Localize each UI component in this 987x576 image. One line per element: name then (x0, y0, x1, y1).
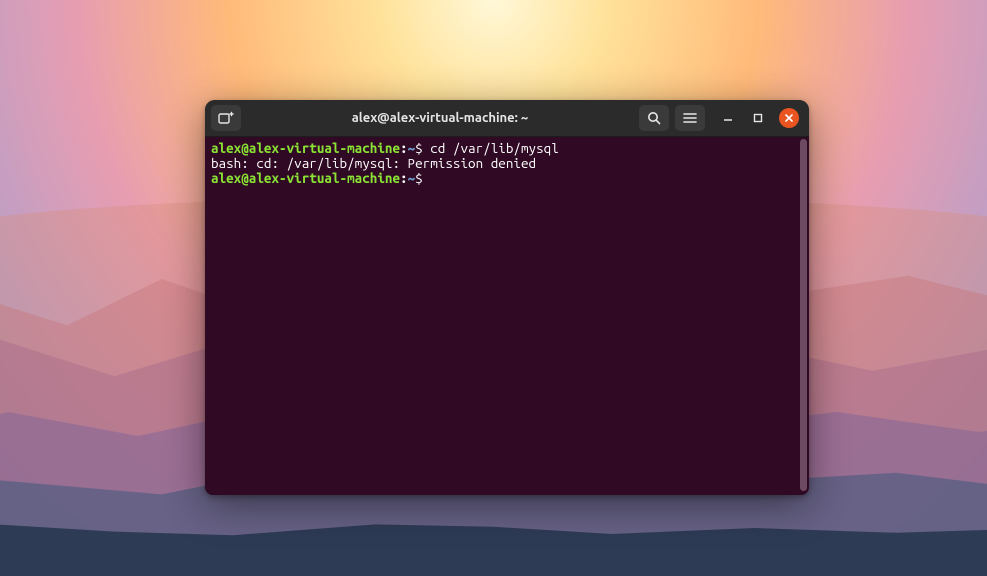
prompt-sigil: $ (415, 140, 423, 156)
terminal-viewport[interactable]: alex@alex-virtual-machine:~$ cd /var/lib… (205, 137, 809, 495)
desktop-wallpaper: alex@alex-virtual-machine: ~ (0, 0, 987, 576)
prompt-colon: : (400, 140, 408, 156)
hamburger-icon (683, 112, 697, 124)
window-titlebar[interactable]: alex@alex-virtual-machine: ~ (205, 100, 809, 137)
output-text: bash: cd: /var/lib/mysql: Permission den… (211, 155, 536, 171)
search-button[interactable] (639, 105, 669, 131)
scrollbar[interactable] (800, 139, 807, 491)
minimize-button[interactable] (719, 109, 737, 127)
new-tab-icon (218, 111, 234, 125)
prompt-colon: : (400, 170, 408, 186)
terminal-window: alex@alex-virtual-machine: ~ (205, 100, 809, 495)
close-icon (784, 113, 794, 123)
maximize-button[interactable] (749, 109, 767, 127)
command-text: cd /var/lib/mysql (423, 140, 559, 156)
terminal-line: alex@alex-virtual-machine:~$ (211, 171, 803, 186)
search-icon (647, 111, 661, 125)
prompt-user: alex@alex-virtual-machine (211, 170, 400, 186)
prompt-cwd: ~ (408, 170, 416, 186)
prompt-cwd: ~ (408, 140, 416, 156)
minimize-icon (722, 112, 734, 124)
maximize-icon (752, 112, 764, 124)
terminal-line: alex@alex-virtual-machine:~$ cd /var/lib… (211, 141, 803, 156)
window-title: alex@alex-virtual-machine: ~ (247, 111, 633, 125)
command-text (423, 170, 431, 186)
new-tab-button[interactable] (211, 105, 241, 131)
prompt-sigil: $ (415, 170, 423, 186)
prompt-user: alex@alex-virtual-machine (211, 140, 400, 156)
hamburger-menu-button[interactable] (675, 105, 705, 131)
close-button[interactable] (779, 108, 799, 128)
terminal-line: bash: cd: /var/lib/mysql: Permission den… (211, 156, 803, 171)
